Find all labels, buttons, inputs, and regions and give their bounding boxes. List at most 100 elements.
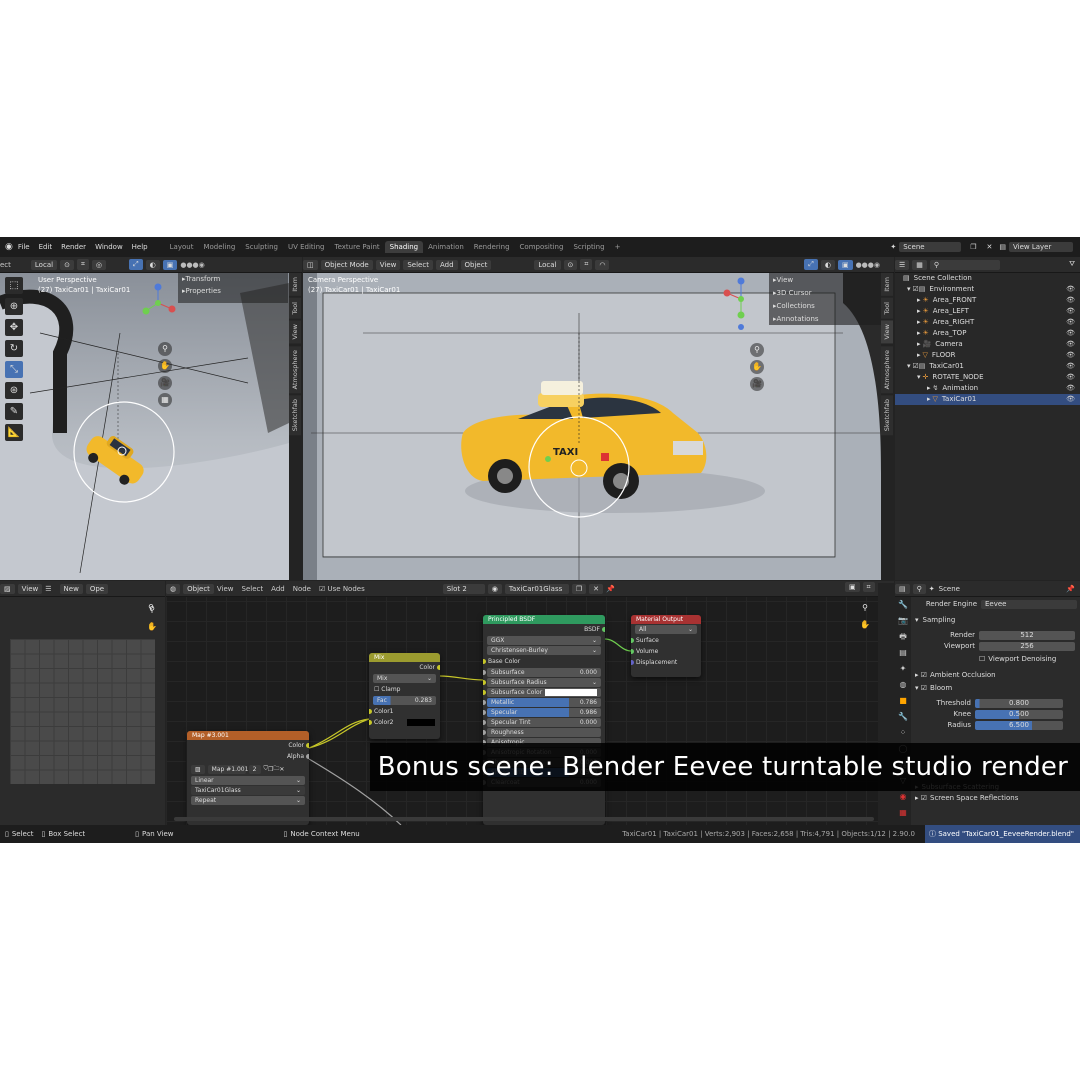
outliner-item[interactable]: ▸ ☀ Area_LEFT 👁 [895,306,1080,317]
tab-tool[interactable]: Tool [881,297,893,319]
radius-slider[interactable]: 6.500 [975,721,1063,730]
image-browse-icon[interactable]: ▨ [191,764,205,774]
navigation-gizmo-icon[interactable] [138,283,178,323]
socket-icon[interactable] [631,638,634,643]
outliner-item[interactable]: ▾ ☑ ▤ Environment 👁 [895,284,1080,295]
menu-add[interactable]: Add [435,259,458,270]
expand-icon[interactable]: ▸ [917,317,921,328]
tab-sketchfab[interactable]: Sketchfab [881,395,893,436]
pivot-icon[interactable]: ⊙ [563,259,578,270]
move-tool-icon[interactable]: ✥ [5,319,23,336]
tab-uv-editing[interactable]: UV Editing [283,241,330,253]
overlay-icon[interactable]: ◐ [820,259,835,270]
socket-icon[interactable] [483,670,486,675]
visibility-eye-icon[interactable]: 👁 [1066,372,1075,383]
mix-output-color[interactable]: Color [369,662,440,673]
pan-hand-icon[interactable]: ✋ [158,359,172,373]
tab-item[interactable]: Item [881,273,893,296]
image-name-field[interactable]: Map #1.001 [207,764,248,774]
bsdf-field-specular-tint[interactable]: Specular Tint 0.000 [483,718,601,727]
close-icon[interactable]: ✕ [279,766,284,773]
navigation-gizmo-icon[interactable] [721,275,761,331]
tab-compositing[interactable]: Compositing [515,241,569,253]
subsurface-method-dropdown[interactable]: Christensen-Burley ⌄ [487,646,601,655]
bsdf-output[interactable]: BSDF [483,624,605,635]
menu-help[interactable]: Help [132,243,148,251]
view-layer-selector[interactable]: View Layer [1009,242,1073,252]
bsdf-field-subsurface[interactable]: Subsurface 0.000 [483,668,601,677]
add-workspace-button[interactable]: + [610,241,626,253]
tab-atmosphere[interactable]: Atmosphere [881,345,893,394]
bsdf-field-specular[interactable]: Specular 0.986 [483,708,601,717]
expand-icon[interactable]: ▸ [917,339,921,350]
display-mode-icon[interactable]: ▦ [912,259,927,270]
mode-dropdown[interactable]: Object Mode [320,259,373,270]
bsdf-field-subsurface-radius[interactable]: Subsurface Radius ⌄ [483,678,601,687]
expand-icon[interactable]: ▾ [907,361,911,372]
modifier-tab-icon[interactable]: 🔧 [895,709,911,725]
mix-blend-dropdown[interactable]: Mix ⌄ [373,674,436,683]
expand-icon[interactable]: ▸ [917,350,921,361]
editor-type-icon[interactable]: ▤ [895,583,910,594]
n-panel-view[interactable]: ▸ View [773,273,881,286]
visibility-eye-icon[interactable]: 👁 [1066,284,1075,295]
render-tab-icon[interactable]: 📷 [895,613,911,629]
editor-type-icon[interactable]: ▨ [0,583,15,594]
outliner-item[interactable]: ▸ ☀ Area_RIGHT 👁 [895,317,1080,328]
n-panel-transform[interactable]: ▸ Transform [182,273,288,285]
output-node-header[interactable]: Material Output [631,615,701,624]
displacement-input[interactable]: Displacement [631,657,701,668]
color2-swatch[interactable] [407,719,435,726]
snap-icon[interactable]: ⌗ [76,259,89,270]
horizontal-scrollbar[interactable] [174,817,874,821]
texture-tab-icon[interactable]: ▦ [895,805,911,821]
image-view-menu[interactable]: View [17,583,43,594]
socket-icon[interactable] [437,665,440,670]
render-engine-dropdown[interactable]: Eevee [981,600,1077,609]
extension-dropdown[interactable]: Repeat ⌄ [191,796,305,805]
tab-rendering[interactable]: Rendering [469,241,515,253]
measure-tool-icon[interactable]: 📐 [5,424,23,441]
close-icon[interactable]: ✕ [987,243,993,251]
outliner-item[interactable]: ▸ ▽ FLOOR 👁 [895,350,1080,361]
threshold-slider[interactable]: 0.800 [975,699,1063,708]
socket-icon[interactable] [483,730,486,735]
proportional-icon[interactable]: ◠ [595,259,610,270]
outliner-search-input[interactable]: ⚲ [929,259,1000,270]
n-panel-3d-cursor[interactable]: ▸ 3D Cursor [773,286,881,299]
editor-type-icon[interactable]: ☰ [895,259,910,270]
pan-hand-icon[interactable]: ✋ [750,360,764,374]
outliner-item[interactable]: ▸ ☀ Area_TOP 👁 [895,328,1080,339]
zoom-icon[interactable]: ⚲ [144,601,158,615]
tab-tool[interactable]: Tool [289,297,301,319]
copy-icon[interactable]: ❐ [970,243,976,251]
visibility-eye-icon[interactable]: 👁 [1066,328,1075,339]
tab-scripting[interactable]: Scripting [568,241,609,253]
base-color-input[interactable]: Base Color [483,656,605,667]
socket-icon[interactable] [483,700,486,705]
socket-icon[interactable] [483,720,486,725]
zoom-icon[interactable]: ⚲ [750,343,764,357]
image-editor[interactable]: ▨ View ☰ New Ope ⚲ ✋ [0,581,165,825]
visibility-eye-icon[interactable]: 👁 [1066,394,1075,405]
bsdf-node-header[interactable]: Principled BSDF [483,615,605,624]
socket-icon[interactable] [602,627,605,632]
viewport-denoising-checkbox[interactable]: ☐ Viewport Denoising [915,654,1077,665]
visibility-eye-icon[interactable]: 👁 [1066,306,1075,317]
outliner-item[interactable]: ▾ ☑ ▤ TaxiCar01 👁 [895,361,1080,372]
menu-file[interactable]: File [18,243,30,251]
tab-view[interactable]: View [881,320,893,344]
image-users-count[interactable]: 2 [248,764,261,774]
xray-icon[interactable]: ▣ [162,259,178,270]
socket-icon[interactable] [483,680,486,685]
pin-icon[interactable]: 📌 [1066,585,1075,593]
menu-render[interactable]: Render [61,243,86,251]
tab-sculpting[interactable]: Sculpting [240,241,283,253]
blender-logo-icon[interactable]: ◉ [5,242,13,252]
grid-view-icon[interactable]: ▦ [158,393,172,407]
mix-fac-slider[interactable]: Fac 0.283 [373,696,436,705]
bloom-panel[interactable]: ▾ ☑ Bloom [915,683,1077,694]
menu-window[interactable]: Window [95,243,123,251]
rotate-tool-icon[interactable]: ↻ [5,340,23,357]
scene-tab-icon[interactable]: ✦ [895,661,911,677]
